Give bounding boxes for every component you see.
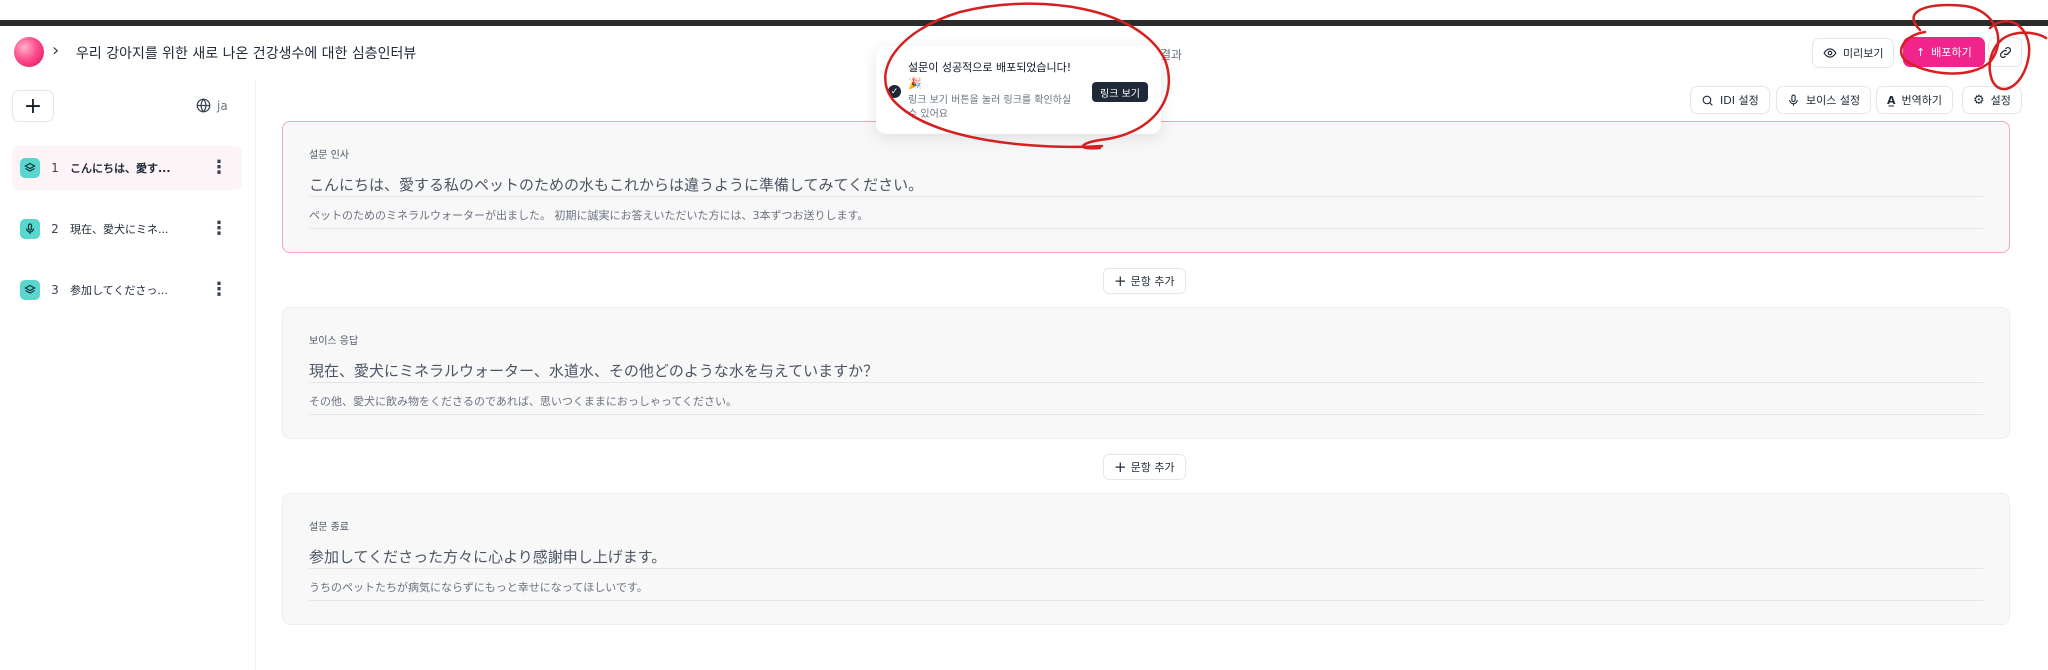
- sidebar: + ja 1 こんにちは、愛す... ⋮ 2 現在、愛犬にミネ... ⋮ 3 参…: [0, 80, 256, 670]
- question-text[interactable]: 参加してくださった方々に心より感謝申し上げます。: [309, 546, 666, 567]
- item-number: 1: [51, 161, 59, 175]
- more-vertical-icon[interactable]: ⋮: [210, 159, 228, 177]
- layers-icon: [20, 158, 40, 178]
- sidebar-item-1[interactable]: 1 こんにちは、愛す... ⋮: [12, 146, 242, 190]
- add-question-button[interactable]: + 문항 추가: [1103, 268, 1186, 294]
- app-window: › 우리 강아지를 위한 새로 나온 건강생수에 대한 심층인터뷰 결과 미리보…: [0, 0, 2048, 670]
- question-card-1[interactable]: 설문 인사 こんにちは、愛する私のペットのための水もこれからは違うように準備して…: [282, 121, 2010, 253]
- deploy-success-toast: ✓ 설문이 성공적으로 배포되었습니다! 🎉 링크 보기 버튼을 눌러 링크를 …: [876, 46, 1161, 134]
- toast-description: 링크 보기 버튼을 눌러 링크를 확인하실 수 있어요: [908, 95, 1072, 120]
- item-label: 現在、愛犬にミネ...: [70, 223, 169, 236]
- add-question-label: 문항 추가: [1130, 461, 1175, 474]
- item-label: こんにちは、愛す...: [70, 162, 171, 175]
- toast-title: 설문이 성공적으로 배포되었습니다! 🎉: [908, 61, 1072, 90]
- divider: [309, 196, 1983, 197]
- item-number: 3: [51, 283, 59, 297]
- card-type-label: 설문 인사: [309, 150, 349, 161]
- language-label: ja: [217, 98, 228, 113]
- translate-icon: A̲: [1887, 93, 1896, 107]
- translate-button[interactable]: A̲ 번역하기: [1876, 86, 1953, 114]
- divider: [309, 600, 1983, 601]
- idi-settings-button[interactable]: IDI 설정: [1690, 86, 1770, 114]
- more-vertical-icon[interactable]: ⋮: [210, 281, 228, 299]
- app-logo[interactable]: [14, 37, 44, 67]
- more-vertical-icon[interactable]: ⋮: [210, 220, 228, 238]
- add-question-button[interactable]: + 문항 추가: [1103, 454, 1186, 480]
- deploy-label: 배포하기: [1931, 46, 1972, 59]
- item-number: 2: [51, 222, 59, 236]
- search-settings-icon: [1702, 95, 1713, 106]
- layers-icon: [20, 280, 40, 300]
- mic-icon: [20, 219, 40, 239]
- preview-button[interactable]: 미리보기: [1812, 38, 1895, 68]
- translate-label: 번역하기: [1901, 94, 1942, 107]
- link-icon: [1999, 46, 2011, 58]
- divider: [309, 228, 1983, 229]
- question-text[interactable]: こんにちは、愛する私のペットのための水もこれからは違うように準備してみてください…: [309, 174, 923, 195]
- divider: [309, 382, 1983, 383]
- survey-title: 우리 강아지를 위한 새로 나온 건강생수에 대한 심층인터뷰: [76, 46, 417, 62]
- add-question-label: 문항 추가: [1130, 275, 1175, 288]
- eye-icon: [1823, 48, 1837, 58]
- gear-icon: ⚙: [1973, 92, 1985, 108]
- sidebar-item-3[interactable]: 3 参加してくださっ... ⋮: [12, 268, 242, 312]
- globe-icon: [196, 98, 211, 113]
- question-description[interactable]: その他、愛犬に飲み物をくださるのであれば、思いつくままにおっしゃってください。: [309, 393, 737, 409]
- plus-icon: +: [1114, 458, 1127, 476]
- divider: [309, 414, 1983, 415]
- chevron-right-icon: ›: [52, 40, 60, 61]
- idi-settings-label: IDI 설정: [1720, 94, 1759, 107]
- card-type-label: 설문 종료: [309, 522, 349, 533]
- arrow-up-icon: ↑: [1916, 45, 1926, 59]
- sidebar-item-2[interactable]: 2 現在、愛犬にミネ... ⋮: [12, 207, 242, 251]
- tab-result[interactable]: 결과: [1160, 46, 1182, 63]
- item-label: 参加してくださっ...: [70, 284, 168, 297]
- question-description[interactable]: うちのペットたちが病気にならずにもっと幸せになってほしいです。: [309, 579, 648, 595]
- add-question-sidebar-button[interactable]: +: [12, 90, 54, 122]
- language-selector[interactable]: ja: [196, 98, 228, 113]
- question-card-2[interactable]: 보이스 응답 現在、愛犬にミネラルウォーター、水道水、その他どのような水を与えて…: [282, 307, 2010, 439]
- deploy-button[interactable]: ↑ 배포하기: [1903, 37, 1985, 67]
- view-link-button[interactable]: 링크 보기: [1092, 82, 1148, 102]
- voice-settings-label: 보이스 설정: [1806, 94, 1861, 107]
- preview-label: 미리보기: [1843, 47, 1884, 60]
- settings-label: 설정: [1990, 94, 2011, 107]
- plus-icon: +: [23, 93, 43, 119]
- mic-icon: [1789, 94, 1798, 106]
- settings-button[interactable]: ⚙ 설정: [1962, 86, 2022, 114]
- card-type-label: 보이스 응답: [309, 336, 359, 347]
- check-icon: ✓: [888, 85, 901, 98]
- question-description[interactable]: ペットのためのミネラルウォーターが出ました。 初期に誠実にお答えいただいた方には…: [309, 207, 868, 223]
- plus-icon: +: [1114, 272, 1127, 290]
- question-text[interactable]: 現在、愛犬にミネラルウォーター、水道水、その他どのような水を与えていますか？: [309, 360, 878, 381]
- link-button[interactable]: [1988, 37, 2022, 67]
- divider: [309, 568, 1983, 569]
- question-card-3[interactable]: 설문 종료 参加してくださった方々に心より感謝申し上げます。 うちのペットたちが…: [282, 493, 2010, 625]
- voice-settings-button[interactable]: 보이스 설정: [1776, 86, 1872, 114]
